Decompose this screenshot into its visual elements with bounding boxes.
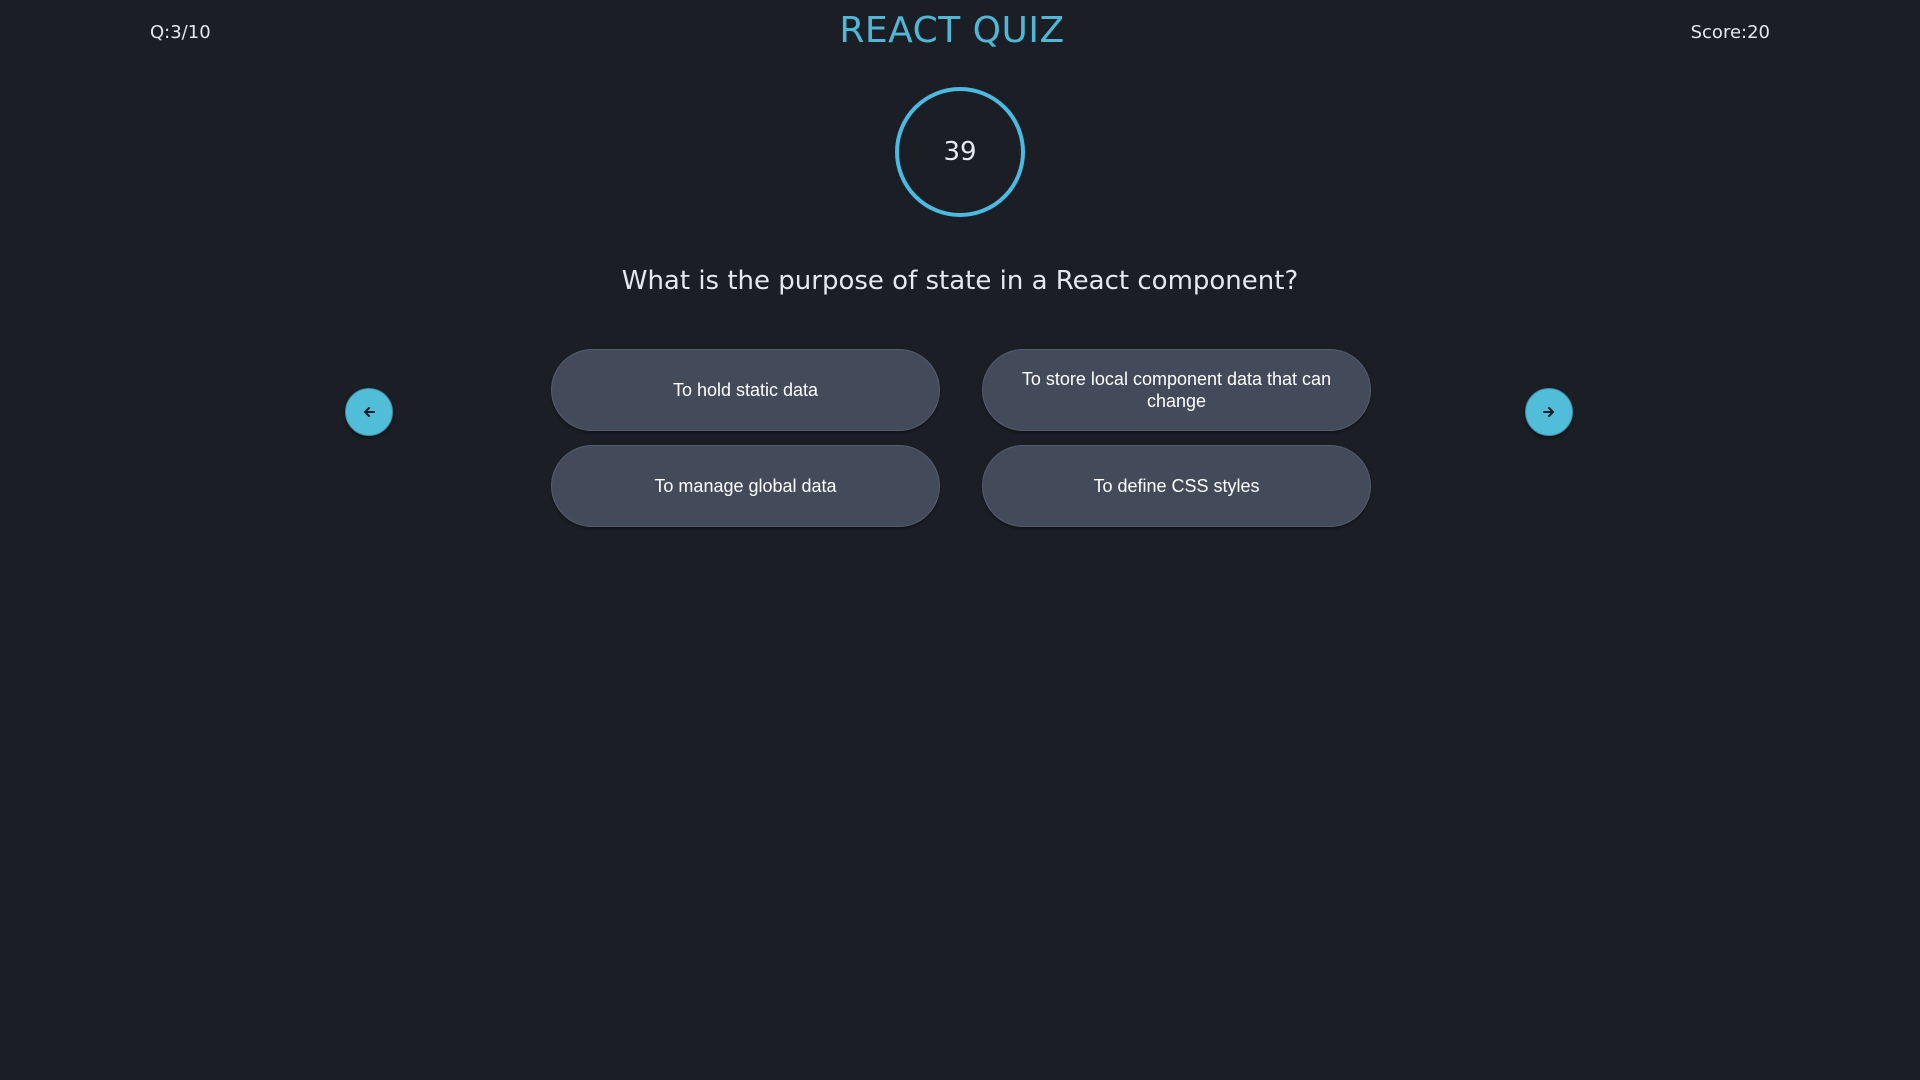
arrow-left-icon — [361, 404, 377, 420]
quiz-app: Q:3/10 REACT QUIZ Score:20 39 What is th… — [0, 0, 1920, 1080]
header: Q:3/10 REACT QUIZ Score:20 — [0, 0, 1920, 70]
answer-option[interactable]: To store local component data that can c… — [982, 349, 1371, 431]
previous-question-button[interactable] — [345, 388, 393, 436]
answer-option[interactable]: To manage global data — [551, 445, 940, 527]
page-title: REACT QUIZ — [839, 10, 1065, 51]
answer-option[interactable]: To define CSS styles — [982, 445, 1371, 527]
timer-value: 39 — [943, 137, 977, 167]
question-text: What is the purpose of state in a React … — [621, 266, 1299, 296]
answer-option[interactable]: To hold static data — [551, 349, 940, 431]
answer-options: To hold static data To store local compo… — [551, 349, 1371, 527]
next-question-button[interactable] — [1525, 388, 1573, 436]
score-display: Score:20 — [1690, 22, 1770, 43]
countdown-timer: 39 — [895, 87, 1025, 217]
arrow-right-icon — [1541, 404, 1557, 420]
